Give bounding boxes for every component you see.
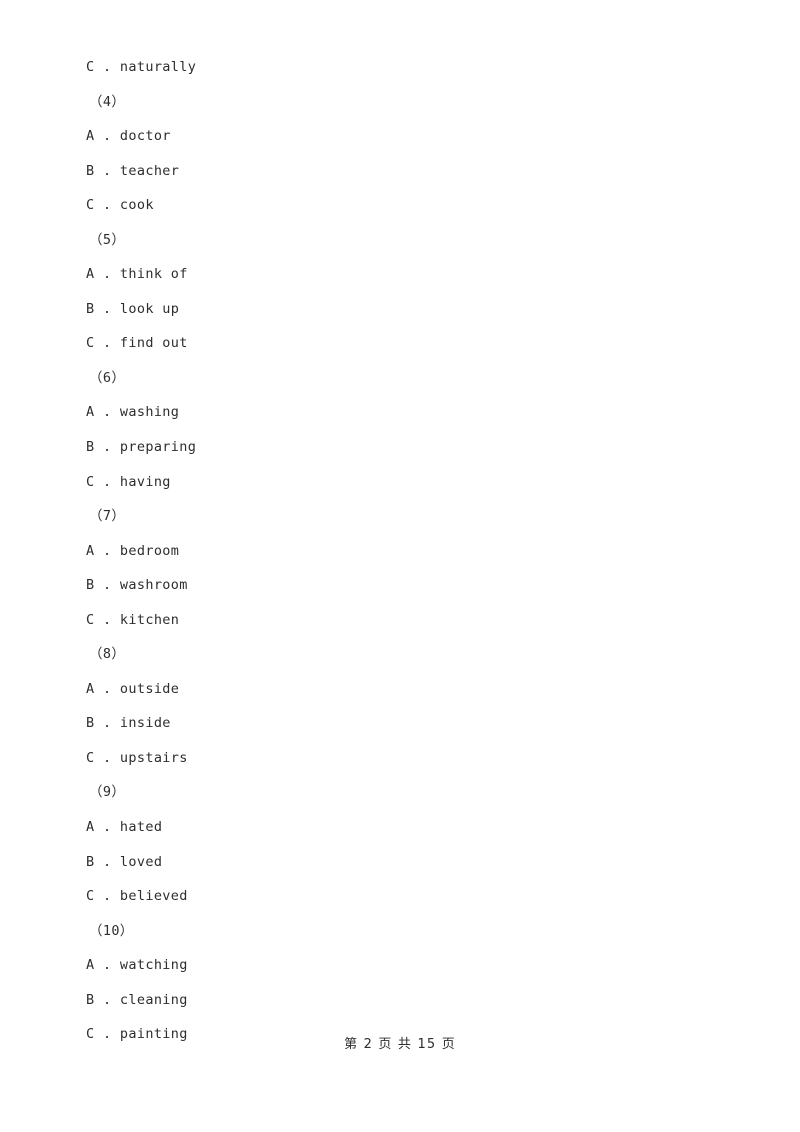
option-text: loved — [119, 853, 163, 870]
question-number: （8） — [89, 646, 126, 663]
answer-option: B . preparing — [86, 430, 706, 465]
answer-option: A . outside — [86, 672, 706, 707]
option-text: believed — [119, 888, 188, 905]
answer-option: C . having — [86, 465, 706, 500]
option-separator: . — [94, 59, 120, 75]
option-separator: . — [94, 611, 120, 628]
option-separator: . — [94, 542, 120, 559]
answer-option: C . find out — [86, 326, 706, 361]
answer-option: A . washing — [86, 395, 706, 430]
option-separator: . — [94, 888, 120, 905]
option-separator: . — [94, 404, 120, 421]
option-text: hated — [119, 819, 163, 836]
option-letter: B — [86, 300, 95, 317]
question-number: （6） — [89, 369, 126, 386]
option-text: cook — [119, 197, 154, 214]
answer-option: C . upstairs — [86, 741, 706, 776]
option-letter: C — [86, 473, 95, 490]
option-separator: . — [94, 853, 120, 870]
answer-option: A . watching — [86, 948, 706, 983]
question-number: （10） — [89, 922, 134, 939]
option-separator: . — [94, 439, 120, 456]
option-letter: B — [86, 439, 95, 456]
answer-option: C . naturally — [86, 50, 706, 85]
option-separator: . — [94, 473, 120, 490]
option-letter: A — [86, 680, 95, 697]
answer-option: A . think of — [86, 257, 706, 292]
option-letter: B — [86, 991, 95, 1008]
answer-option: A . bedroom — [86, 534, 706, 569]
option-text: find out — [119, 335, 188, 352]
question-number: （9） — [89, 784, 126, 801]
answer-option: B . washroom — [86, 568, 706, 603]
option-letter: C — [86, 59, 95, 75]
option-letter: B — [86, 853, 95, 870]
option-separator: . — [94, 266, 120, 283]
option-letter: A — [86, 957, 95, 974]
option-text: having — [119, 473, 171, 490]
answer-option: B . look up — [86, 292, 706, 327]
option-text: naturally — [119, 59, 197, 75]
option-text: think of — [119, 266, 188, 283]
option-letter: C — [86, 611, 95, 628]
option-text: doctor — [119, 128, 171, 145]
option-letter: B — [86, 715, 95, 732]
option-letter: C — [86, 749, 95, 766]
option-separator: . — [94, 577, 120, 594]
option-separator: . — [94, 680, 120, 697]
option-text: cleaning — [119, 991, 188, 1008]
answer-option: B . inside — [86, 706, 706, 741]
option-letter: A — [86, 819, 95, 836]
option-letter: A — [86, 266, 95, 283]
option-text: inside — [119, 715, 171, 732]
option-letter: A — [86, 404, 95, 421]
option-letter: B — [86, 577, 95, 594]
option-separator: . — [94, 300, 120, 317]
answer-option: B . loved — [86, 845, 706, 880]
option-text: kitchen — [119, 611, 180, 628]
option-text: upstairs — [119, 749, 188, 766]
option-text: teacher — [119, 162, 180, 179]
document-page: C . naturally （4） A . doctor B . teacher C .… — [0, 0, 800, 1132]
question-number: （4） — [89, 93, 126, 110]
option-letter: B — [86, 162, 95, 179]
option-separator: . — [94, 335, 120, 352]
option-letter: C — [86, 197, 95, 214]
option-separator: . — [94, 715, 120, 732]
option-separator: . — [94, 749, 120, 766]
option-text: washing — [119, 404, 180, 421]
option-letter: C — [86, 335, 95, 352]
option-letter: C — [86, 888, 95, 905]
option-text: washroom — [119, 577, 188, 594]
option-separator: . — [94, 957, 120, 974]
answer-option: C . kitchen — [86, 603, 706, 638]
option-text: bedroom — [119, 542, 180, 559]
answer-option: C . believed — [86, 879, 706, 914]
option-separator: . — [94, 128, 120, 145]
option-text: watching — [119, 957, 188, 974]
answer-option: B . cleaning — [86, 983, 706, 1018]
answer-option: A . hated — [86, 810, 706, 845]
option-separator: . — [94, 819, 120, 836]
option-text: outside — [119, 680, 180, 697]
answer-option: C . cook — [86, 188, 706, 223]
question-options-list: C . naturally （4） A . doctor B . teacher C .… — [86, 50, 706, 1052]
option-text: preparing — [119, 439, 197, 456]
answer-option: B . teacher — [86, 154, 706, 189]
option-letter: A — [86, 128, 95, 145]
option-separator: . — [94, 162, 120, 179]
question-number: （7） — [89, 508, 126, 525]
answer-option: A . doctor — [86, 119, 706, 154]
option-separator: . — [94, 197, 120, 214]
page-footer: 第 2 页 共 15 页 — [344, 1037, 456, 1052]
option-text: look up — [119, 300, 180, 317]
option-separator: . — [94, 991, 120, 1008]
question-number: （5） — [89, 231, 126, 248]
option-letter: A — [86, 542, 95, 559]
